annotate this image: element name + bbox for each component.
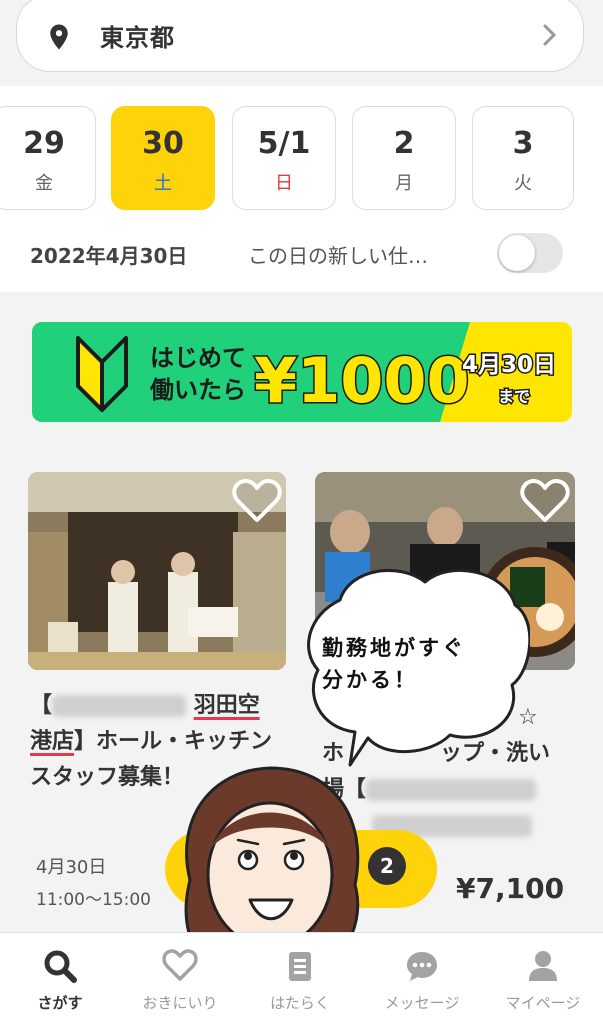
toggle-knob — [499, 235, 535, 271]
date-weekday: 土 — [154, 173, 172, 194]
date-weekday: 月 — [395, 173, 413, 194]
tab-label: さがす — [37, 994, 83, 1012]
tab-search[interactable]: さがす — [0, 948, 120, 1013]
blurred-company — [366, 779, 537, 801]
date-number: 2 — [393, 126, 415, 161]
date-3[interactable]: 3 火 — [472, 106, 574, 210]
tab-mypage[interactable]: マイページ — [483, 948, 603, 1013]
chat-icon — [407, 952, 437, 981]
date-weekday: 日 — [275, 173, 293, 194]
date-number: 3 — [512, 126, 534, 161]
location-label: 東京都 — [100, 24, 175, 52]
selected-date-label: 2022年4月30日 — [30, 244, 188, 268]
banner-amount: ¥1000 — [254, 344, 470, 417]
banner-deadline-date: 4月30日 — [462, 352, 556, 378]
date-number: 5/1 — [257, 126, 311, 161]
heart-icon — [162, 949, 198, 981]
date-29[interactable]: 29 金 — [0, 106, 96, 210]
new-jobs-toggle[interactable] — [497, 233, 563, 273]
new-jobs-label: この日の新しい仕… — [248, 244, 428, 268]
date-number: 29 — [23, 126, 65, 161]
clipboard-icon — [289, 952, 311, 981]
bubble-line1: 勤務地がすぐ — [322, 636, 466, 660]
location-pin-icon — [50, 24, 68, 50]
count-badge: 2 — [368, 847, 406, 885]
title-bracket: 【 — [30, 693, 53, 718]
tab-messages[interactable]: メッセージ — [362, 948, 482, 1013]
job-date: 4月30日 — [36, 857, 107, 878]
search-icon — [44, 950, 77, 983]
job-time: 11:00〜15:00 — [36, 890, 151, 910]
date-2[interactable]: 2 月 — [352, 106, 456, 210]
date-number: 30 — [142, 126, 184, 161]
date-5-1[interactable]: 5/1 日 — [232, 106, 336, 210]
tab-label: メッセージ — [384, 994, 460, 1012]
date-30-selected[interactable]: 30 土 — [111, 106, 215, 210]
job-price: ¥7,100 — [456, 872, 565, 905]
banner-line1: はじめて — [150, 344, 246, 372]
promo-banner[interactable]: はじめて 働いたら ¥1000 4月30日 まで — [32, 322, 572, 422]
bubble-line2: 分かる！ — [322, 668, 418, 692]
date-weekday: 火 — [514, 173, 532, 194]
favorite-heart-icon[interactable] — [520, 478, 570, 524]
tab-label: おきにいり — [142, 994, 218, 1012]
favorite-heart-icon[interactable] — [232, 478, 282, 524]
tab-label: はたらく — [270, 994, 330, 1012]
tab-favorites[interactable]: おきにいり — [120, 948, 240, 1013]
chevron-right-icon — [543, 24, 557, 46]
date-weekday: 金 — [35, 173, 53, 194]
banner-line2: 働いたら — [149, 376, 246, 404]
tab-label: マイページ — [505, 994, 581, 1012]
user-icon — [529, 951, 557, 981]
tab-work[interactable]: はたらく — [240, 948, 360, 1013]
blurred-company — [52, 695, 187, 717]
bubble-text: 勤務地がすぐ 分かる！ — [322, 632, 466, 696]
banner-deadline-suffix: まで — [498, 387, 530, 406]
